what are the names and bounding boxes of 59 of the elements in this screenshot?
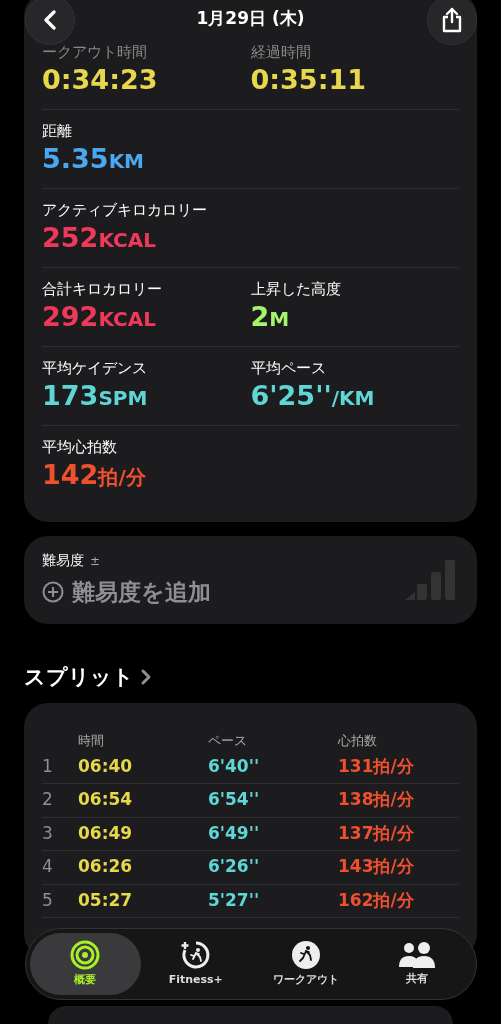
add-icon [42, 581, 64, 604]
chevron-icon[interactable] [140, 668, 152, 687]
tab-button[interactable]: 共有 [361, 933, 472, 995]
screen-title: 1月29日 (木) [196, 7, 305, 30]
table-cell: 06:49 [78, 822, 133, 843]
table-cell: 6'26'' [208, 856, 260, 876]
table-cell: 162拍/分 [338, 889, 414, 910]
table-cell: 2 [42, 789, 53, 809]
table-cell: 131拍/分 [338, 755, 414, 776]
metric-value: 2M [250, 301, 290, 333]
table-cell: 137拍/分 [338, 822, 414, 843]
table-cell: 1 [42, 755, 53, 776]
table-cell: 06:54 [78, 789, 133, 809]
rings-icon [70, 939, 101, 970]
metric-label: ークアウト時間 [42, 42, 147, 63]
metric-label: 平均心拍数 [42, 437, 117, 458]
metric-value: 6'25''/KM [250, 380, 375, 412]
difficulty-card[interactable]: 難易度 ± 難易度を追加 [24, 536, 477, 624]
metric-label: アクティブキロカロリー [42, 200, 207, 221]
metric-value: 142拍/分 [42, 459, 146, 491]
column-header: 心拍数 [338, 733, 377, 748]
section-title[interactable]: スプリット [24, 661, 134, 693]
plus-minus-sign: ± [90, 552, 101, 570]
metric-value: 0:35:11 [250, 64, 367, 96]
metric-label: 平均ペース [250, 358, 326, 379]
metric-value: 5.35KM [42, 143, 145, 175]
metric-value: 0:34:23 [42, 64, 158, 96]
people-icon [397, 940, 436, 969]
running-figure-icon [291, 939, 322, 970]
table-cell: 05:27 [78, 889, 133, 910]
tab-button[interactable]: Fitness+ [140, 933, 251, 995]
metric-value: 252KCAL [42, 222, 156, 254]
table-cell: 5'27'' [208, 889, 260, 910]
table-cell: 06:40 [78, 755, 133, 776]
chevron-left-icon[interactable] [43, 10, 57, 30]
metric-value: 173SPM [42, 380, 148, 412]
metric-label: 上昇した高度 [250, 279, 341, 300]
table-cell: 138拍/分 [338, 789, 414, 809]
tab-button[interactable]: 概要 [30, 933, 141, 995]
tab-button[interactable]: ワークアウト [251, 933, 362, 995]
metric-label: 平均ケイデンス [42, 358, 147, 379]
add-difficulty-link[interactable]: 難易度を追加 [72, 575, 211, 610]
column-header: 時間 [78, 733, 104, 748]
table-cell: 3 [42, 822, 53, 843]
metric-value: 292KCAL [42, 301, 156, 333]
running-figure-icon [180, 939, 211, 970]
difficulty-label: 難易度 [42, 551, 84, 570]
table-cell: 06:26 [78, 856, 133, 876]
table-cell: 5 [42, 889, 53, 910]
table-cell: 4 [42, 856, 53, 876]
table-cell: 143拍/分 [338, 856, 414, 876]
share-icon[interactable] [441, 7, 463, 33]
table-cell: 6'49'' [208, 822, 260, 843]
metric-label: 経過時間 [250, 42, 311, 63]
metric-label: 距離 [42, 121, 72, 142]
table-cell: 6'40'' [208, 755, 260, 776]
metric-label: 合計キロカロリー [42, 279, 162, 300]
column-header: ペース [208, 733, 247, 748]
table-cell: 6'54'' [208, 789, 260, 809]
